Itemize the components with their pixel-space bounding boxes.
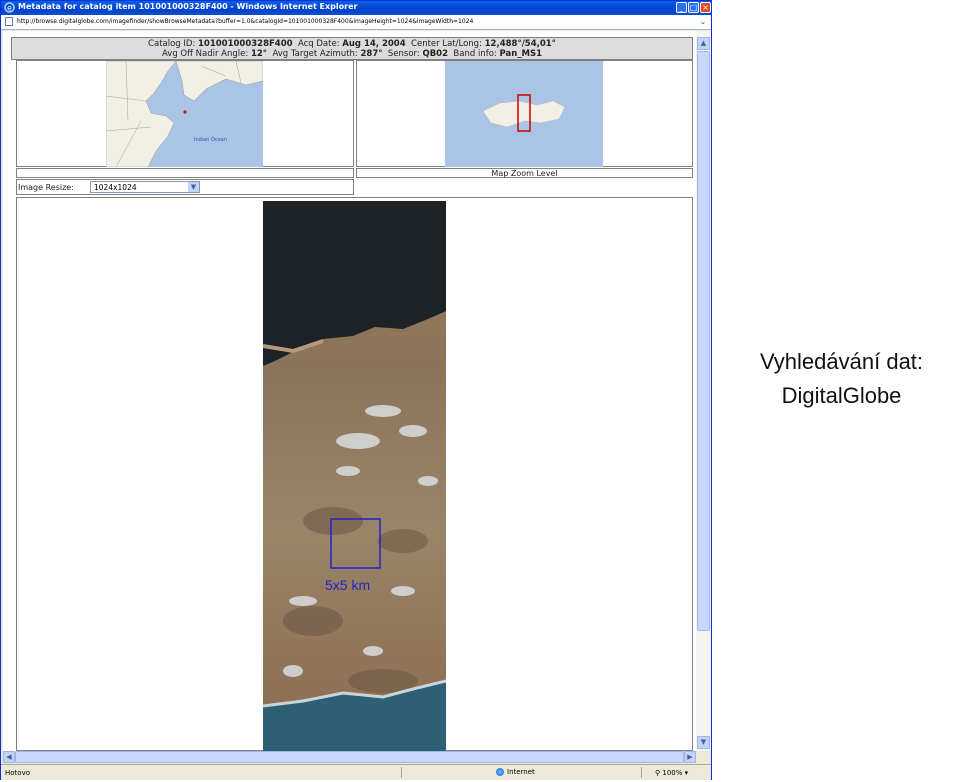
azimuth-label: Avg Target Azimuth:	[272, 49, 358, 59]
overview-caption-bar	[16, 168, 354, 178]
scroll-down-button[interactable]: ▼	[697, 736, 710, 749]
browser-window: e Metadata for catalog item 101001000328…	[0, 0, 712, 780]
azimuth-value: 287°	[360, 49, 383, 59]
status-separator	[401, 767, 402, 778]
scroll-right-button[interactable]: ▶	[684, 751, 696, 763]
security-zone[interactable]: Internet	[496, 768, 535, 776]
address-url[interactable]: http://browse.digitalglobe.com/imagefind…	[17, 18, 473, 25]
catalog-id-label: Catalog ID:	[148, 39, 196, 49]
nadir-value: 12°	[250, 49, 268, 59]
vertical-scrollbar[interactable]: ▲ ▼	[696, 31, 711, 751]
security-zone-label: Internet	[507, 768, 535, 776]
close-button[interactable]: ×	[700, 2, 711, 13]
horizontal-scrollbar[interactable]: ◀ ▶	[3, 751, 696, 763]
scroll-thumb[interactable]	[697, 51, 710, 631]
scroll-up-button[interactable]: ▲	[697, 37, 710, 50]
page-icon	[5, 17, 13, 26]
scale-label: 5x5 km	[325, 577, 371, 593]
slide-caption: Vyhledávání dat: DigitalGlobe	[724, 345, 959, 413]
map-zoom-level: Map Zoom Level	[356, 168, 693, 178]
center-value: 12,488°/54,01°	[484, 39, 556, 49]
zoom-level[interactable]: ⚲ 100% ▾	[655, 769, 688, 777]
status-bar: Hotovo Internet ⚲ 100% ▾	[1, 764, 711, 780]
catalog-id-value: 101001000328F400	[198, 39, 293, 49]
caption-line-2: DigitalGlobe	[781, 383, 902, 408]
acq-date-label: Acq Date:	[297, 39, 340, 49]
chevron-down-icon[interactable]: ▼	[188, 182, 199, 192]
svg-text:e: e	[7, 4, 12, 13]
center-label: Center Lat/Long:	[411, 39, 482, 49]
address-bar[interactable]: http://browse.digitalglobe.com/imagefind…	[1, 15, 711, 30]
maximize-button[interactable]: □	[688, 2, 699, 13]
band-value: Pan_MS1	[499, 49, 543, 59]
image-resize-label: Image Resize:	[18, 183, 74, 192]
metadata-line-1: Catalog ID: 101001000328F400 Acq Date: A…	[12, 39, 692, 49]
ocean-label: Indian Ocean	[194, 137, 227, 143]
overview-map[interactable]: Indian Ocean	[106, 61, 263, 167]
image-resize-value: 1024x1024	[94, 183, 137, 192]
hscroll-thumb[interactable]	[15, 751, 684, 763]
band-label: Band info:	[453, 49, 497, 59]
ie-logo-icon: e	[4, 2, 15, 13]
image-resize-row: Image Resize: 1024x1024 ▼	[16, 179, 354, 195]
status-text: Hotovo	[5, 769, 30, 777]
globe-icon	[496, 768, 504, 776]
zoom-level-value: 100%	[662, 769, 683, 777]
metadata-line-2: Avg Off Nadir Angle: 12° Avg Target Azim…	[12, 49, 692, 59]
sensor-value: QB02	[422, 49, 449, 59]
scroll-left-button[interactable]: ◀	[3, 751, 15, 763]
title-bar[interactable]: e Metadata for catalog item 101001000328…	[1, 1, 711, 15]
image-resize-select[interactable]: 1024x1024 ▼	[90, 181, 200, 193]
zoom-map[interactable]	[445, 61, 603, 167]
nadir-label: Avg Off Nadir Angle:	[161, 49, 249, 59]
page-content: Catalog ID: 101001000328F400 Acq Date: A…	[3, 31, 696, 751]
metadata-header: Catalog ID: 101001000328F400 Acq Date: A…	[11, 37, 693, 60]
status-separator	[641, 767, 642, 778]
satellite-image[interactable]	[263, 201, 446, 751]
caption-line-1: Vyhledávání dat:	[759, 349, 924, 374]
sensor-label: Sensor:	[387, 49, 420, 59]
minimize-button[interactable]: _	[676, 2, 687, 13]
window-title: Metadata for catalog item 101001000328F4…	[18, 2, 358, 11]
chevron-down-icon[interactable]: ⌄	[698, 17, 708, 27]
acq-date-value: Aug 14, 2004	[342, 39, 406, 49]
